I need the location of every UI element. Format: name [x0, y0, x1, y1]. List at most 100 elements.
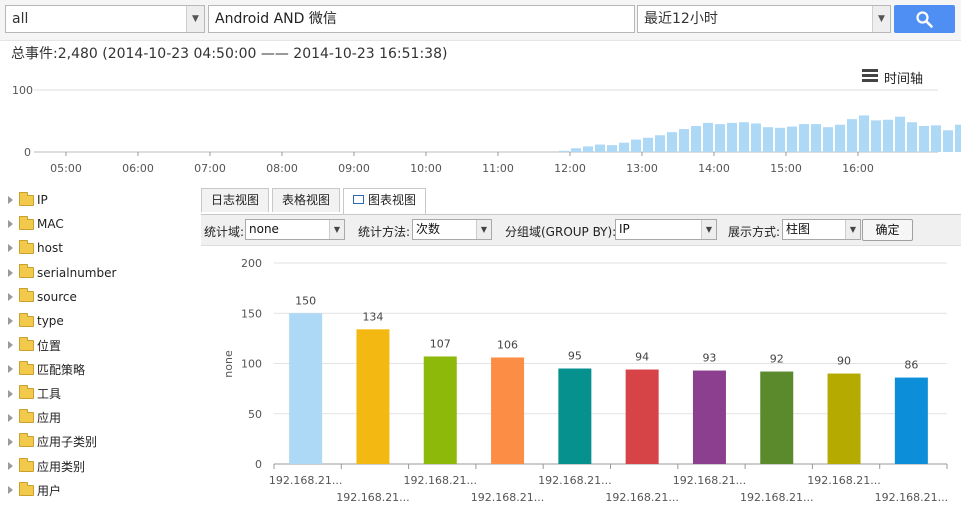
chart-bar[interactable] [289, 313, 323, 464]
histogram-bar[interactable] [859, 115, 869, 152]
histogram-bar[interactable] [955, 124, 961, 152]
tree-item[interactable]: 匹配策略 [4, 357, 194, 381]
histogram-bar[interactable] [871, 120, 881, 152]
histogram-bar[interactable] [595, 144, 605, 152]
expand-triangle-icon[interactable] [8, 365, 13, 374]
histogram-bar[interactable] [667, 132, 677, 152]
tree-item[interactable]: 应用类别 [4, 454, 194, 478]
group-by-select[interactable]: IP ▼ [615, 219, 717, 240]
chevron-down-icon[interactable]: ▼ [845, 220, 860, 239]
tree-item-label: 工具 [37, 387, 62, 402]
tab-log-view[interactable]: 日志视图 [201, 188, 269, 212]
confirm-button[interactable]: 确定 [862, 219, 913, 241]
histogram-bar[interactable] [715, 124, 725, 152]
histogram-bar[interactable] [727, 122, 737, 152]
histogram-bar[interactable] [895, 116, 905, 152]
histogram-bar[interactable] [835, 124, 845, 152]
chart-data-label: 86 [904, 359, 918, 372]
chart-data-label: 90 [837, 355, 851, 368]
expand-triangle-icon[interactable] [8, 292, 13, 301]
event-histogram: 100 0 05:00 06:00 07:00 08:00 09:00 10:00 11:00 1… [0, 80, 961, 180]
expand-triangle-icon[interactable] [8, 437, 13, 446]
histogram-bar[interactable] [703, 122, 713, 152]
histogram-bar[interactable] [607, 145, 617, 152]
chevron-down-icon[interactable]: ▼ [329, 220, 344, 239]
search-button[interactable] [894, 5, 955, 33]
expand-triangle-icon[interactable] [8, 220, 13, 229]
tab-chart-view[interactable]: 图表视图 [343, 188, 426, 214]
expand-triangle-icon[interactable] [8, 268, 13, 277]
expand-triangle-icon[interactable] [8, 413, 13, 422]
chart-bar[interactable] [423, 356, 457, 464]
histogram-x-tick: 06:00 [122, 162, 154, 175]
tree-item[interactable]: 应用 [4, 406, 194, 430]
histogram-bar[interactable] [739, 122, 749, 152]
histogram-bar[interactable] [763, 127, 773, 152]
tree-item[interactable]: source [4, 285, 194, 309]
chart-bar[interactable] [894, 377, 928, 464]
expand-triangle-icon[interactable] [8, 244, 13, 253]
tree-item[interactable]: 位置 [4, 333, 194, 357]
chart-bar[interactable] [558, 368, 592, 464]
method-select[interactable]: 次数 ▼ [412, 219, 492, 240]
chevron-down-icon[interactable]: ▼ [186, 6, 204, 32]
tree-item[interactable]: 用户 [4, 478, 194, 502]
histogram-bar[interactable] [799, 124, 809, 152]
bar-chart: 0 50 100 150 200 none 150 192.168.21... 134 192.1… [201, 246, 961, 506]
histogram-bar[interactable] [559, 150, 569, 152]
field-select[interactable]: none ▼ [245, 219, 345, 240]
chart-bar[interactable] [356, 329, 390, 464]
histogram-x-tick: 15:00 [770, 162, 802, 175]
tree-item[interactable]: serialnumber [4, 261, 194, 285]
chart-bar[interactable] [692, 370, 726, 464]
histogram-bar[interactable] [883, 119, 893, 152]
expand-triangle-icon[interactable] [8, 196, 13, 205]
chevron-down-icon[interactable]: ▼ [476, 220, 491, 239]
histogram-bar[interactable] [751, 123, 761, 152]
expand-triangle-icon[interactable] [8, 389, 13, 398]
tab-table-view[interactable]: 表格视图 [272, 188, 340, 212]
tree-item[interactable]: host [4, 236, 194, 260]
histogram-bar[interactable] [943, 130, 953, 152]
histogram-bar[interactable] [823, 127, 833, 152]
histogram-bar[interactable] [571, 148, 581, 152]
tree-item[interactable]: type [4, 309, 194, 333]
chart-bar[interactable] [760, 371, 794, 464]
histogram-bar[interactable] [619, 142, 629, 152]
histogram-bar[interactable] [919, 125, 929, 152]
source-select[interactable]: all ▼ [5, 5, 205, 33]
tree-item[interactable]: 工具 [4, 382, 194, 406]
expand-triangle-icon[interactable] [8, 317, 13, 326]
histogram-bar[interactable] [679, 129, 689, 152]
histogram-bar[interactable] [931, 125, 941, 152]
time-range-value: 最近12小时 [644, 11, 718, 27]
histogram-bar[interactable] [775, 127, 785, 152]
display-mode-select[interactable]: 柱图 ▼ [782, 219, 861, 240]
chart-bar[interactable] [491, 357, 525, 464]
expand-triangle-icon[interactable] [8, 462, 13, 471]
histogram-bar[interactable] [787, 126, 797, 152]
tree-item[interactable]: MAC [4, 212, 194, 236]
search-input[interactable]: Android AND 微信 [208, 5, 635, 33]
histogram-bar[interactable] [655, 135, 665, 152]
histogram-y-tick: 0 [24, 146, 31, 159]
histogram-bar[interactable] [643, 137, 653, 152]
histogram-bar[interactable] [691, 125, 701, 152]
tab-chart-view-label: 图表视图 [367, 193, 416, 207]
chevron-down-icon[interactable]: ▼ [872, 6, 890, 32]
histogram-bar[interactable] [847, 119, 857, 152]
time-range-select[interactable]: 最近12小时 ▼ [637, 5, 891, 33]
chart-bar[interactable] [827, 373, 861, 464]
histogram-bar[interactable] [583, 146, 593, 152]
tree-item[interactable]: 应用子类别 [4, 430, 194, 454]
histogram-bar[interactable] [907, 122, 917, 152]
histogram-bar[interactable] [631, 139, 641, 152]
chart-bar[interactable] [625, 369, 659, 464]
chart-x-tick: 192.168.21... [336, 491, 409, 504]
chevron-down-icon[interactable]: ▼ [701, 220, 716, 239]
tree-item[interactable]: IP [4, 188, 194, 212]
expand-triangle-icon[interactable] [8, 341, 13, 350]
histogram-y-tick: 100 [12, 84, 33, 97]
histogram-bar[interactable] [811, 124, 821, 152]
expand-triangle-icon[interactable] [8, 486, 13, 495]
